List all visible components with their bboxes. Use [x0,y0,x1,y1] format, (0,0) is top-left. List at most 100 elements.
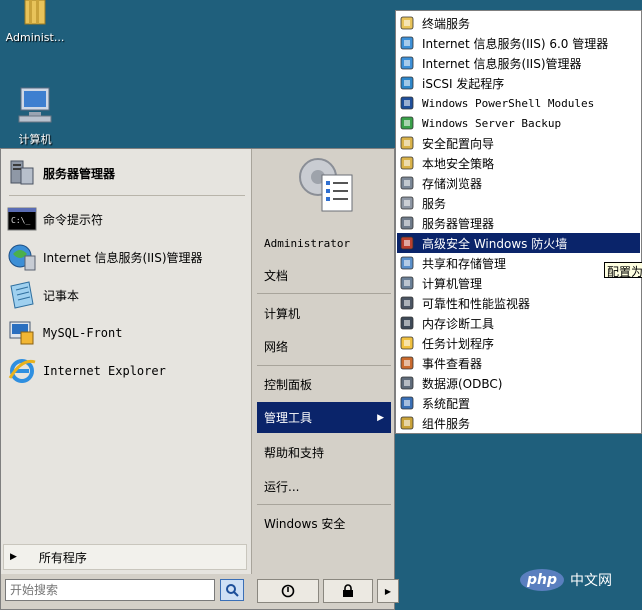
right-item-label: 控制面板 [264,377,313,392]
firewall-icon [399,235,415,251]
right-item-help[interactable]: 帮助和支持 [257,438,391,466]
security-icon [399,135,415,151]
iis-icon [399,35,415,51]
all-programs-label: 所有程序 [38,550,87,565]
divider [257,293,391,294]
submenu-item[interactable]: 安全配置向导 [397,133,640,153]
right-item-administrator[interactable]: Administrator [257,229,391,257]
submenu-item[interactable]: 数据源(ODBC) [397,373,640,393]
power-button[interactable] [257,579,319,603]
right-item-label: 文档 [264,268,289,283]
lock-button[interactable] [323,579,373,603]
submenu-item-label: Windows PowerShell Modules [422,96,595,110]
internet-explorer-icon [8,359,36,383]
submenu-item-label: 服务 [422,196,447,211]
desktop-icon-computer[interactable]: 计算机 [0,86,70,147]
right-item-network[interactable]: 网络 [257,332,391,360]
iis-icon [8,244,36,271]
submenu-item[interactable]: 高级安全 Windows 防火墙 [397,233,640,253]
admin-tools-submenu: 终端服务 Internet 信息服务(IIS) 6.0 管理器 Internet 信… [395,10,642,434]
submenu-item[interactable]: 服务 [397,193,640,213]
all-programs-button[interactable]: ▶ 所有程序 [3,544,247,570]
submenu-item[interactable]: Internet 信息服务(IIS) 6.0 管理器 [397,33,640,53]
divider [9,195,245,196]
submenu-item[interactable]: 事件查看器 [397,353,640,373]
submenu-item-label: Internet 信息服务(IIS) 6.0 管理器 [422,36,609,51]
submenu-item[interactable]: 可靠性和性能监视器 [397,293,640,313]
submenu-item-label: 服务器管理器 [422,216,495,231]
desktop-icon-administrator[interactable]: Administ... [0,0,70,44]
right-item-computer[interactable]: 计算机 [257,299,391,327]
shutdown-options-button[interactable]: ▶ [377,579,399,603]
pinned-cmd[interactable]: C:\_ 命令提示符 [7,201,245,237]
search-input[interactable] [5,579,215,601]
server-icon [399,215,415,231]
submenu-item[interactable]: 系统配置 [397,393,640,413]
submenu-item-label: 可靠性和性能监视器 [422,296,531,311]
submenu-item-label: 终端服务 [422,16,471,31]
right-item-run[interactable]: 运行... [257,472,391,500]
submenu-item[interactable]: 本地安全策略 [397,153,640,173]
submenu-item-label: 内存诊断工具 [422,316,495,331]
submenu-item-label: 计算机管理 [422,276,483,291]
submenu-item-label: 本地安全策略 [422,156,495,171]
memory-icon [399,315,415,331]
submenu-item[interactable]: Internet 信息服务(IIS)管理器 [397,53,640,73]
pinned-notepad[interactable]: 记事本 [7,277,245,313]
submenu-item[interactable]: 服务器管理器 [397,213,640,233]
pinned-label: Internet Explorer [43,364,166,378]
desktop-icon-label: 计算机 [18,133,52,146]
right-item-label: Administrator [264,236,351,250]
submenu-item[interactable]: 任务计划程序 [397,333,640,353]
submenu-item-label: 事件查看器 [422,356,483,371]
pinned-internet-explorer[interactable]: Internet Explorer [7,353,245,389]
search-button[interactable] [220,579,244,601]
submenu-item[interactable]: 组件服务 [397,413,640,433]
right-item-label: 网络 [264,339,289,354]
database-icon [399,375,415,391]
submenu-item[interactable]: 内存诊断工具 [397,313,640,333]
pinned-server-manager[interactable]: 服务器管理器 [7,155,245,191]
watermark-badge: php [520,569,564,591]
computer-icon [399,275,415,291]
computer-icon [18,87,52,123]
submenu-item[interactable]: 终端服务 [397,13,640,33]
share-icon [399,255,415,271]
submenu-item-label: 存储浏览器 [422,176,483,191]
tooltip: 配置为 [604,262,642,278]
clock-icon [399,335,415,351]
search-bar [1,575,251,609]
submenu-item[interactable]: Windows PowerShell Modules [397,93,640,113]
watermark: php 中文网 [520,566,640,594]
start-menu: 服务器管理器 C:\_ 命令提示符 Internet 信息服务(IIS)管理器 … [0,148,399,610]
submenu-item[interactable]: iSCSI 发起程序 [397,73,640,93]
submenu-item[interactable]: Windows Server Backup [397,113,640,133]
submenu-item-label: 数据源(ODBC) [422,376,503,391]
right-item-control-panel[interactable]: 控制面板 [257,370,391,398]
search-icon [226,584,239,597]
pinned-label: 记事本 [43,288,80,303]
desktop-icon-label: Administ... [5,31,65,44]
iis-icon [399,55,415,71]
pinned-iis-manager[interactable]: Internet 信息服务(IIS)管理器 [7,239,245,275]
folder-icon [399,15,415,31]
pinned-label: 命令提示符 [43,212,104,227]
mysql-front-icon [9,321,34,345]
right-item-windows-security[interactable]: Windows 安全 [257,509,391,537]
lock-icon [343,584,353,597]
right-item-admin-tools[interactable]: 管理工具 ▶ [257,402,391,433]
component-icon [399,415,415,431]
right-item-documents[interactable]: 文档 [257,261,391,289]
submenu-item[interactable]: 存储浏览器 [397,173,640,193]
submenu-item-label: 共享和存储管理 [422,256,507,271]
notepad-icon [10,281,34,309]
submenu-item-label: 任务计划程序 [422,336,495,351]
triangle-right-icon: ▶ [10,552,17,562]
pinned-mysql-front[interactable]: MySQL-Front [7,315,245,351]
start-menu-left-pane: 服务器管理器 C:\_ 命令提示符 Internet 信息服务(IIS)管理器 … [1,149,252,574]
cmd-icon: C:\_ [7,207,37,231]
right-item-label: 运行... [264,479,300,494]
pinned-label: MySQL-Front [43,326,123,340]
right-item-label: Windows 安全 [264,516,346,531]
divider [257,504,391,505]
